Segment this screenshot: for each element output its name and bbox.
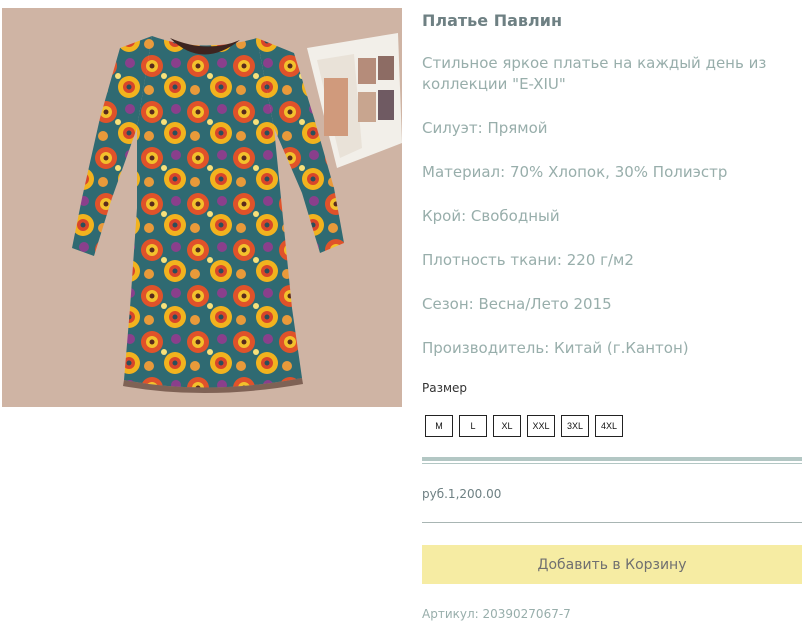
size-option-label: XXL — [532, 421, 550, 431]
size-option-label: 3XL — [566, 421, 583, 431]
divider — [422, 463, 802, 464]
size-option-4xl[interactable]: 4XL — [595, 415, 623, 437]
size-option-m[interactable]: M — [425, 415, 453, 437]
divider — [422, 457, 802, 461]
product-title: Платье Павлин — [422, 11, 563, 30]
size-option-label: 4XL — [600, 421, 617, 431]
size-option-3xl[interactable]: 3XL — [561, 415, 589, 437]
size-label: Размер — [422, 381, 468, 395]
product-sku: Артикул: 2039027067-7 — [422, 607, 571, 621]
attribute-season: Сезон: Весна/Лето 2015 — [422, 295, 612, 313]
size-option-label: M — [435, 421, 443, 431]
product-image[interactable] — [2, 8, 402, 407]
size-selector: M L XL XXL 3XL 4XL — [425, 415, 623, 437]
attribute-cut: Крой: Свободный — [422, 207, 560, 225]
product-description: Стильное яркое платье на каждый день из … — [422, 54, 767, 93]
dress-illustration — [2, 8, 402, 407]
attribute-material: Материал: 70% Хлопок, 30% Полиэстр — [422, 163, 728, 181]
attribute-manufacturer: Производитель: Китай (г.Кантон) — [422, 339, 689, 357]
add-to-cart-button[interactable]: Добавить в Корзину — [422, 545, 802, 584]
size-option-label: L — [470, 421, 476, 431]
attribute-fabric-density: Плотность ткани: 220 г/м2 — [422, 251, 634, 269]
attribute-silhouette: Силуэт: Прямой — [422, 119, 548, 137]
size-option-xl[interactable]: XL — [493, 415, 521, 437]
size-option-l[interactable]: L — [459, 415, 487, 437]
product-price: руб.1,200.00 — [422, 487, 502, 501]
size-option-xxl[interactable]: XXL — [527, 415, 555, 437]
size-option-label: XL — [501, 421, 513, 431]
divider — [422, 522, 802, 523]
